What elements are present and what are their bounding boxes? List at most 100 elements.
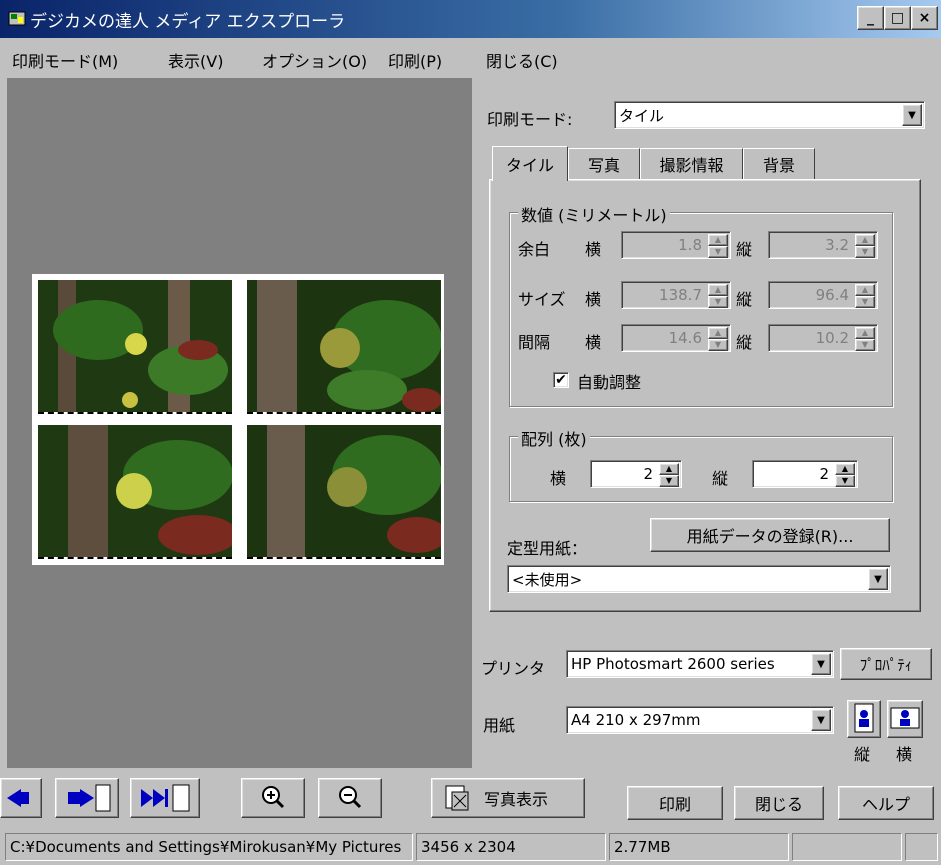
layout-h-value: 2 [643, 465, 653, 483]
layout-group-title: 配列 (枚) [518, 426, 590, 450]
photo-thumbnail [247, 425, 441, 557]
tab-background[interactable]: 背景 [743, 148, 815, 180]
spin-down-icon[interactable]: ▼ [708, 296, 728, 308]
size-v-spinner[interactable]: 96.4 ▲ ▼ [768, 281, 878, 309]
window-title: デジカメの達人 メディア エクスプローラ [30, 12, 346, 32]
zoom-out-icon [339, 786, 362, 809]
last-photo-button[interactable] [130, 778, 200, 818]
spin-down-icon[interactable]: ▼ [835, 475, 855, 487]
size-h-label: 横 [585, 290, 602, 309]
chevron-down-icon[interactable]: ▼ [811, 709, 831, 731]
spin-down-icon[interactable]: ▼ [855, 339, 875, 351]
prev-photo-button[interactable] [0, 778, 42, 818]
preview-tile [38, 280, 232, 414]
spacing-v-value: 10.2 [815, 329, 849, 347]
status-empty [792, 833, 902, 861]
last-icon [141, 784, 190, 812]
tab-shooting-info[interactable]: 撮影情報 [640, 148, 743, 180]
chevron-down-icon[interactable]: ▼ [811, 653, 831, 675]
show-photo-label: 写真表示 [484, 790, 549, 809]
maximize-button[interactable]: □ [884, 6, 911, 30]
chevron-down-icon[interactable]: ▼ [902, 104, 922, 126]
zoom-out-button[interactable] [318, 778, 382, 818]
spin-up-icon[interactable]: ▲ [855, 284, 875, 296]
checkmark-icon: ✔ [555, 372, 567, 388]
zoom-in-icon [262, 786, 285, 809]
printer-label: プリンタ [481, 659, 546, 678]
photo-thumbnail [247, 280, 441, 412]
spin-down-icon[interactable]: ▼ [855, 246, 875, 258]
layout-v-spinner[interactable]: 2 ▲ ▼ [752, 460, 858, 488]
menu-print-mode[interactable]: 印刷モード(M) [12, 48, 118, 72]
status-bar: C:¥Documents and Settings¥Mirokusan¥My P… [0, 829, 941, 865]
next-icon [68, 784, 111, 812]
paper-preset-select[interactable]: <未使用> ▼ [507, 565, 891, 593]
photo-view-icon [445, 785, 469, 811]
size-h-value: 138.7 [659, 286, 702, 304]
margin-h-spinner[interactable]: 1.8 ▲ ▼ [621, 231, 731, 259]
menu-view[interactable]: 表示(V) [168, 48, 223, 72]
spin-up-icon[interactable]: ▲ [708, 234, 728, 246]
next-photo-button[interactable] [55, 778, 119, 818]
layout-v-value: 2 [819, 465, 829, 483]
preview-tile [247, 425, 441, 559]
paper-value: A4 210 x 297mm [571, 711, 701, 729]
size-v-label: 縦 [736, 290, 753, 309]
landscape-label: 横 [896, 745, 913, 764]
minimize-button[interactable]: _ [857, 6, 884, 30]
layout-v-label: 縦 [712, 469, 729, 488]
prev-icon [7, 789, 29, 807]
paper-select[interactable]: A4 210 x 297mm ▼ [566, 706, 834, 734]
margin-v-value: 3.2 [825, 236, 849, 254]
numbers-group-title: 数値 (ミリメートル) [518, 202, 670, 226]
auto-adjust-checkbox[interactable]: ✔ [553, 372, 569, 388]
preview-tile [38, 425, 232, 559]
show-photo-button[interactable]: 写真表示 [431, 778, 585, 818]
spin-down-icon[interactable]: ▼ [659, 475, 679, 487]
help-button[interactable]: ヘルプ [838, 786, 934, 820]
spin-up-icon[interactable]: ▲ [659, 463, 679, 475]
resize-grip-icon[interactable] [905, 833, 938, 861]
landscape-button[interactable] [887, 700, 923, 738]
paper-label: 用紙 [483, 716, 516, 735]
tab-photo[interactable]: 写真 [568, 148, 640, 180]
photo-thumbnail [38, 425, 232, 557]
close-window-button[interactable]: × [911, 6, 938, 30]
spacing-h-spinner[interactable]: 14.6 ▲ ▼ [621, 324, 731, 352]
spin-up-icon[interactable]: ▲ [855, 234, 875, 246]
spin-down-icon[interactable]: ▼ [708, 246, 728, 258]
register-paper-button[interactable]: 用紙データの登録(R)... [650, 518, 890, 552]
spin-up-icon[interactable]: ▲ [708, 327, 728, 339]
margin-h-label: 横 [585, 240, 602, 259]
spin-down-icon[interactable]: ▼ [708, 339, 728, 351]
printer-select[interactable]: HP Photosmart 2600 series ▼ [566, 650, 834, 678]
status-path: C:¥Documents and Settings¥Mirokusan¥My P… [5, 833, 413, 861]
chevron-down-icon[interactable]: ▼ [868, 568, 888, 590]
spacing-v-label: 縦 [736, 333, 753, 352]
preview-tile [247, 280, 441, 414]
tab-tile[interactable]: タイル [492, 146, 568, 181]
spin-up-icon[interactable]: ▲ [835, 463, 855, 475]
print-mode-select[interactable]: タイル ▼ [614, 101, 925, 129]
portrait-label: 縦 [854, 745, 871, 764]
spin-up-icon[interactable]: ▲ [855, 327, 875, 339]
spin-down-icon[interactable]: ▼ [855, 296, 875, 308]
menu-close[interactable]: 閉じる(C) [486, 48, 558, 72]
printer-properties-button[interactable]: ﾌﾟﾛﾊﾟﾃｨ [840, 648, 932, 680]
portrait-button[interactable] [847, 700, 881, 738]
menu-options[interactable]: オプション(O) [262, 48, 367, 72]
status-dimensions: 3456 x 2304 [416, 833, 606, 861]
printer-value: HP Photosmart 2600 series [571, 655, 775, 673]
size-v-value: 96.4 [815, 286, 849, 304]
zoom-in-button[interactable] [241, 778, 305, 818]
print-button[interactable]: 印刷 [627, 786, 723, 820]
spacing-label: 間隔 [518, 333, 551, 352]
print-mode-label: 印刷モード: [487, 110, 573, 129]
spin-up-icon[interactable]: ▲ [708, 284, 728, 296]
spacing-v-spinner[interactable]: 10.2 ▲ ▼ [768, 324, 878, 352]
margin-v-spinner[interactable]: 3.2 ▲ ▼ [768, 231, 878, 259]
layout-h-spinner[interactable]: 2 ▲ ▼ [590, 460, 682, 488]
size-h-spinner[interactable]: 138.7 ▲ ▼ [621, 281, 731, 309]
menu-print[interactable]: 印刷(P) [388, 48, 442, 72]
close-button[interactable]: 閉じる [734, 786, 824, 820]
